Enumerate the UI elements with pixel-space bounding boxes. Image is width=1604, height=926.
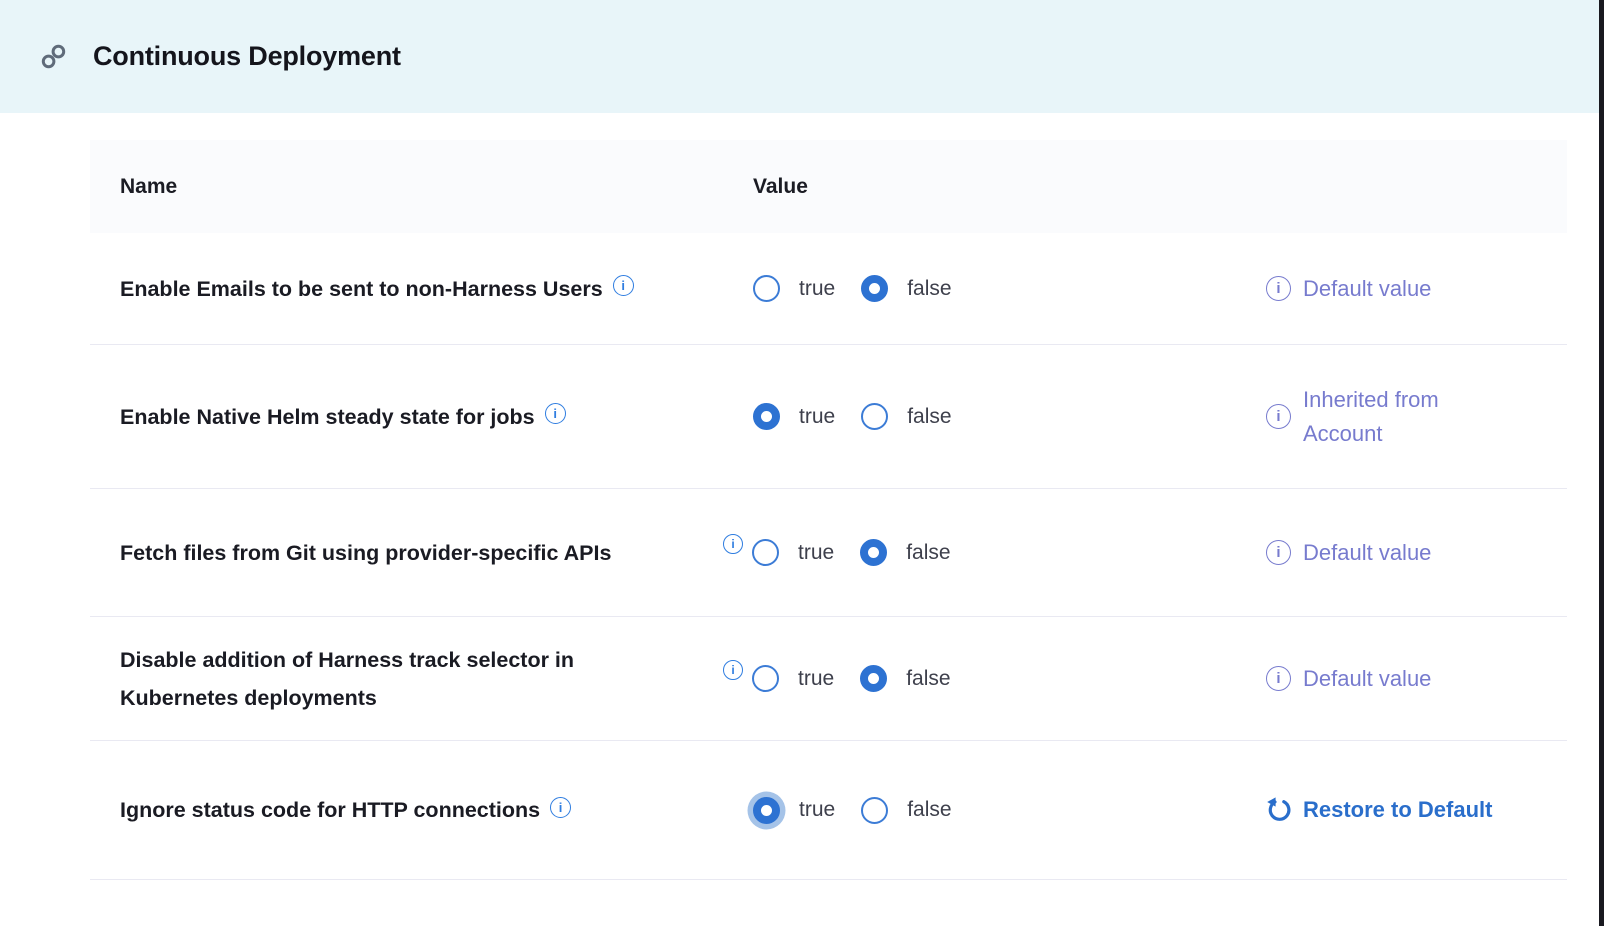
setting-name: Enable Native Helm steady state for jobs (120, 398, 535, 436)
column-header-value: Value (753, 175, 1255, 199)
setting-status-cell: i Default value (1255, 662, 1567, 696)
setting-name-cell: Disable addition of Harness track select… (120, 641, 753, 717)
settings-page: Continuous Deployment Name Value Enable … (0, 0, 1604, 880)
restore-icon[interactable] (1266, 797, 1293, 824)
radio-false-label[interactable]: false (907, 798, 951, 822)
table-row: Ignore status code for HTTP connections … (90, 741, 1567, 880)
info-icon[interactable]: i (1266, 540, 1291, 565)
radio-false[interactable] (860, 539, 887, 566)
info-icon[interactable]: i (613, 275, 634, 296)
radio-true-label[interactable]: true (799, 798, 835, 822)
radio-true-label[interactable]: true (799, 405, 835, 429)
status-label: Default value (1303, 662, 1431, 696)
section-title: Continuous Deployment (93, 41, 401, 72)
radio-true-label[interactable]: true (798, 667, 834, 691)
radio-true[interactable] (753, 275, 780, 302)
setting-name-cell: Ignore status code for HTTP connections … (120, 791, 753, 829)
setting-name-cell: Fetch files from Git using provider-spec… (120, 534, 753, 572)
settings-table: Name Value Enable Emails to be sent to n… (90, 140, 1567, 880)
setting-value-cell: i true false (753, 665, 1255, 692)
setting-name-cell: Enable Emails to be sent to non-Harness … (120, 270, 753, 308)
radio-true[interactable] (753, 797, 780, 824)
status-label: Default value (1303, 536, 1431, 570)
info-icon[interactable]: i (1266, 666, 1291, 691)
table-row: Enable Native Helm steady state for jobs… (90, 345, 1567, 489)
radio-true[interactable] (752, 665, 779, 692)
table-row: Disable addition of Harness track select… (90, 617, 1567, 741)
setting-name-cell: Enable Native Helm steady state for jobs… (120, 398, 753, 436)
table-header-row: Name Value (90, 140, 1567, 233)
status-label: Default value (1303, 272, 1431, 306)
radio-false[interactable] (861, 275, 888, 302)
info-icon[interactable]: i (723, 660, 743, 680)
radio-false-label[interactable]: false (906, 667, 950, 691)
setting-status-cell: i Restore to Default (1255, 793, 1567, 827)
setting-name: Enable Emails to be sent to non-Harness … (120, 270, 603, 308)
chain-link-icon (40, 43, 67, 70)
setting-value-cell: i true false (753, 797, 1255, 824)
status-label: Inherited from Account (1303, 383, 1508, 451)
setting-value-cell: i true false (753, 275, 1255, 302)
status-label: Restore to Default (1303, 793, 1492, 827)
info-icon[interactable]: i (1266, 276, 1291, 301)
column-header-name: Name (120, 175, 753, 199)
setting-value-cell: i true false (753, 403, 1255, 430)
table-body: Enable Emails to be sent to non-Harness … (90, 233, 1567, 880)
setting-name: Disable addition of Harness track select… (120, 641, 640, 717)
setting-status-cell: i Default value (1255, 272, 1567, 306)
radio-true[interactable] (753, 403, 780, 430)
radio-true-label[interactable]: true (799, 277, 835, 301)
radio-true[interactable] (752, 539, 779, 566)
info-icon[interactable]: i (545, 403, 566, 424)
table-row: Fetch files from Git using provider-spec… (90, 489, 1567, 617)
setting-name: Fetch files from Git using provider-spec… (120, 534, 611, 572)
radio-false[interactable] (861, 797, 888, 824)
setting-status-cell: i Default value (1255, 536, 1567, 570)
info-icon[interactable]: i (1266, 404, 1291, 429)
setting-value-cell: i true false (753, 539, 1255, 566)
radio-false[interactable] (861, 403, 888, 430)
radio-false-label[interactable]: false (907, 405, 951, 429)
info-icon[interactable]: i (723, 534, 743, 554)
info-icon[interactable]: i (550, 797, 571, 818)
table-row: Enable Emails to be sent to non-Harness … (90, 233, 1567, 345)
section-header: Continuous Deployment (0, 0, 1604, 113)
radio-false-label[interactable]: false (906, 541, 950, 565)
setting-status-cell: i Inherited from Account (1255, 383, 1567, 451)
radio-false-label[interactable]: false (907, 277, 951, 301)
radio-false[interactable] (860, 665, 887, 692)
setting-name: Ignore status code for HTTP connections (120, 791, 540, 829)
radio-true-label[interactable]: true (798, 541, 834, 565)
screenshot-dark-edge (1599, 0, 1604, 926)
